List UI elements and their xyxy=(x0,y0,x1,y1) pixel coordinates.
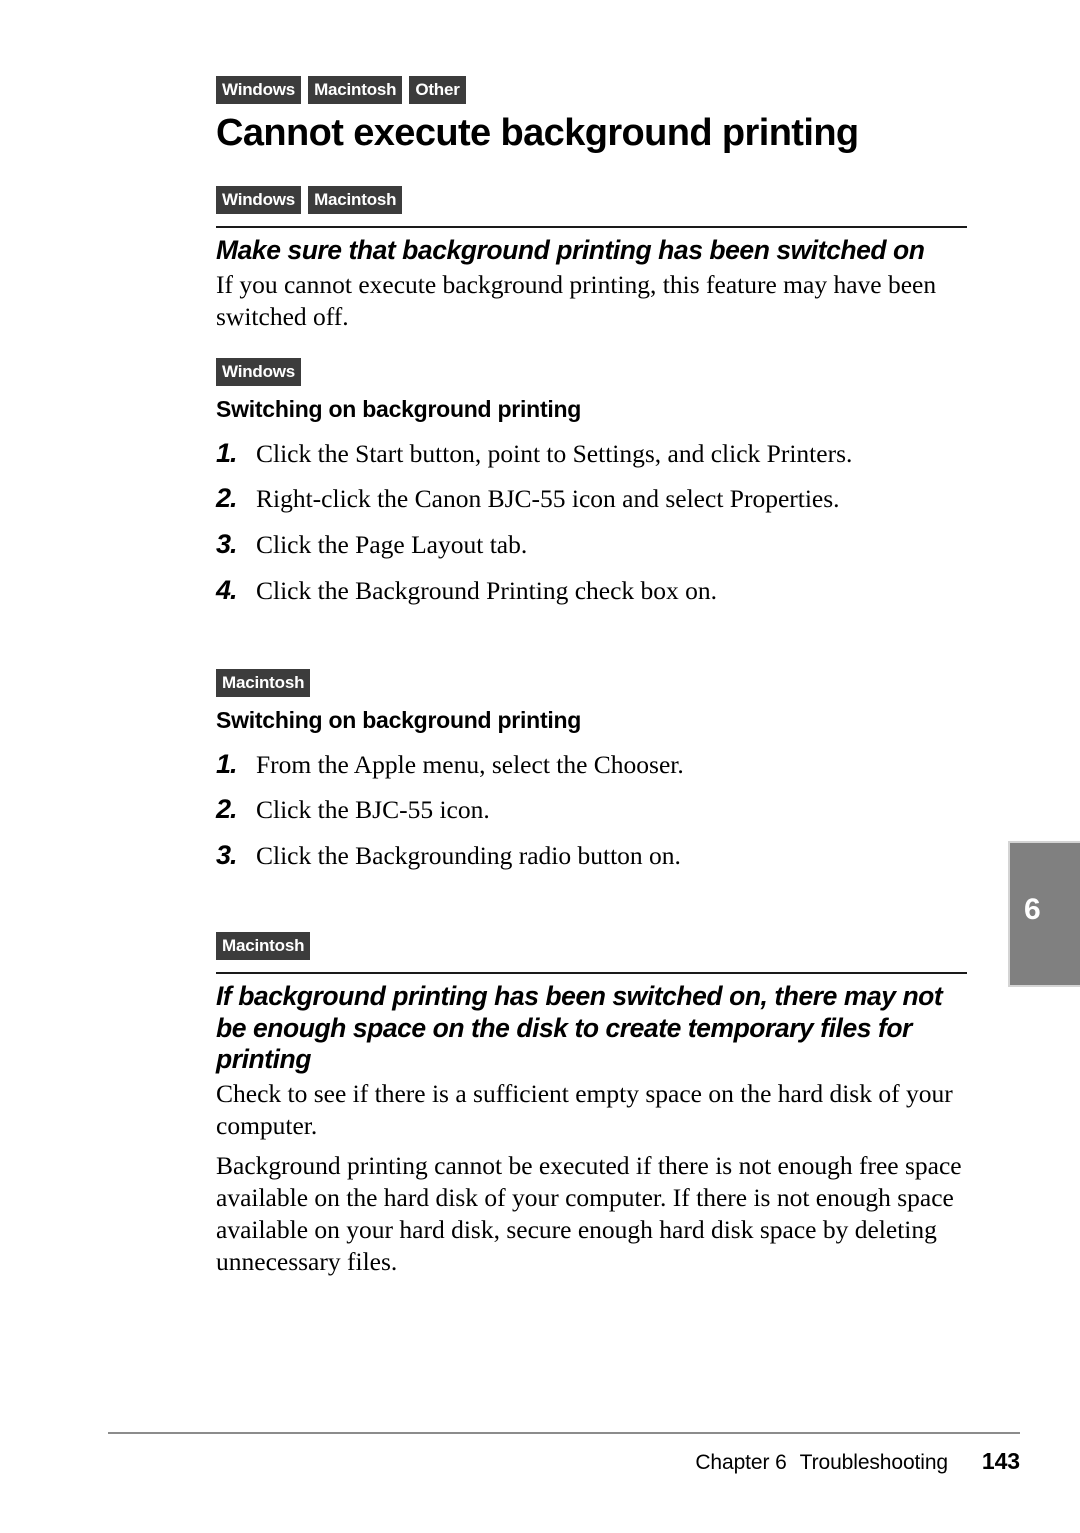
footer-line: Chapter 6 Troubleshooting 143 xyxy=(108,1448,1020,1475)
section1-body: If you cannot execute background printin… xyxy=(216,269,937,331)
step-text: Click the Background Printing check box … xyxy=(256,576,718,606)
platform-badge-macintosh: Macintosh xyxy=(308,76,403,104)
step-number: 3. xyxy=(216,529,238,560)
section1-platform-badges: Windows Macintosh xyxy=(216,186,968,214)
platform-badge-windows: Windows xyxy=(216,358,302,386)
windows-step-list: 1. Click the Start button, point to Sett… xyxy=(216,438,968,608)
title-platform-badges: Windows Macintosh Other xyxy=(216,76,968,104)
list-item: 1. Click the Start button, point to Sett… xyxy=(216,438,968,470)
windows-procedure: Windows Switching on background printing… xyxy=(216,358,968,607)
step-number: 4. xyxy=(216,575,238,606)
platform-badge-macintosh: Macintosh xyxy=(216,669,311,697)
step-text: Click the Backgrounding radio button on. xyxy=(256,841,681,871)
platform-badge-other: Other xyxy=(409,76,466,104)
page-footer: Chapter 6 Troubleshooting 143 xyxy=(108,1432,1020,1475)
section-divider-rule xyxy=(216,226,967,228)
footer-chapter-label: Chapter 6 xyxy=(695,1451,787,1474)
step-number: 2. xyxy=(216,483,238,514)
step-number: 2. xyxy=(216,794,238,825)
section-switched-on: Windows Macintosh Make sure that backgro… xyxy=(216,186,968,333)
platform-badge-macintosh: Macintosh xyxy=(308,186,403,214)
page-title: Cannot execute background printing xyxy=(216,112,859,154)
windows-subheading: Switching on background printing xyxy=(216,396,582,422)
list-item: 1. From the Apple menu, select the Choos… xyxy=(216,749,968,781)
chapter-tab-number: 6 xyxy=(1024,893,1041,926)
list-item: 2. Right-click the Canon BJC-55 icon and… xyxy=(216,483,968,515)
windows-platform-badges: Windows xyxy=(216,358,968,386)
step-text: From the Apple menu, select the Chooser. xyxy=(256,749,684,779)
macintosh-platform-badges: Macintosh xyxy=(216,669,968,697)
section-divider-rule xyxy=(216,972,967,974)
platform-badge-windows: Windows xyxy=(216,186,302,214)
footer-page-number: 143 xyxy=(981,1448,1020,1474)
section-disk-space: Macintosh If background printing has bee… xyxy=(216,932,968,1142)
macintosh-subheading: Switching on background printing xyxy=(216,707,582,733)
list-item: 3. Click the Page Layout tab. xyxy=(216,529,968,561)
step-number: 3. xyxy=(216,840,238,871)
document-page: Windows Macintosh Other Cannot execute b… xyxy=(0,0,1080,1533)
step-text: Click the BJC-55 icon. xyxy=(256,795,490,825)
macintosh-procedure: Macintosh Switching on background printi… xyxy=(216,669,968,872)
list-item: 4. Click the Background Printing check b… xyxy=(216,575,968,607)
step-number: 1. xyxy=(216,437,238,468)
section2-platform-badges: Macintosh xyxy=(216,932,968,960)
step-number: 1. xyxy=(216,748,238,779)
closing-paragraph-block: Background printing cannot be executed i… xyxy=(216,1148,968,1279)
footer-section-label: Troubleshooting xyxy=(799,1451,948,1474)
list-item: 3. Click the Backgrounding radio button … xyxy=(216,840,968,872)
platform-badge-macintosh: Macintosh xyxy=(216,932,311,960)
list-item: 2. Click the BJC-55 icon. xyxy=(216,794,968,826)
step-text: Click the Page Layout tab. xyxy=(256,530,528,560)
closing-paragraph: Background printing cannot be executed i… xyxy=(216,1151,962,1277)
section2-heading: If background printing has been switched… xyxy=(216,981,943,1075)
footer-divider-rule xyxy=(108,1432,1020,1434)
step-text: Right-click the Canon BJC-55 icon and se… xyxy=(256,484,840,514)
title-block: Windows Macintosh Other Cannot execute b… xyxy=(216,76,968,154)
platform-badge-windows: Windows xyxy=(216,76,302,104)
step-text: Click the Start button, point to Setting… xyxy=(256,438,853,468)
section1-heading: Make sure that background printing has b… xyxy=(216,235,925,265)
section2-body: Check to see if there is a sufficient em… xyxy=(216,1078,953,1140)
macintosh-step-list: 1. From the Apple menu, select the Choos… xyxy=(216,749,968,873)
chapter-thumb-tab: 6 xyxy=(1008,841,1080,987)
